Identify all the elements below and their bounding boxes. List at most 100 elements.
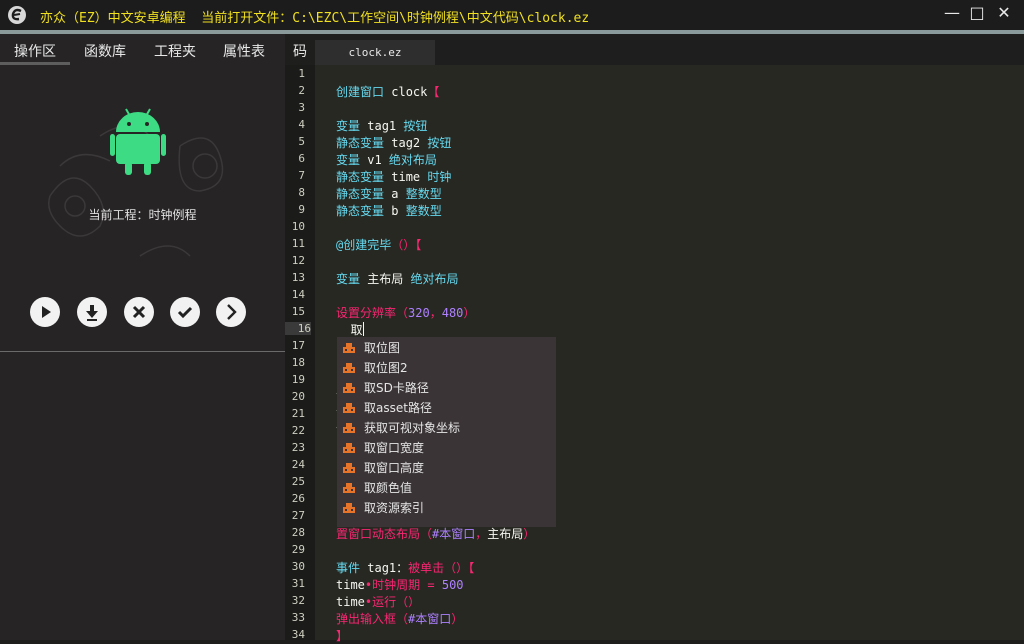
function-icon — [343, 363, 355, 373]
active-tab-indicator — [0, 62, 70, 65]
file-tab-clock[interactable]: clock.ez — [315, 40, 435, 65]
function-icon — [343, 423, 355, 433]
code-line-13: 变量 主布局 绝对布局 — [336, 272, 459, 286]
line-number: 7 — [298, 169, 305, 182]
line-number: 20 — [291, 390, 305, 403]
autocomplete-item[interactable]: 取窗口宽度 — [337, 437, 556, 457]
maximize-icon: □ — [969, 3, 985, 22]
autocomplete-item[interactable]: 取SD卡路径 — [337, 377, 556, 397]
text-cursor — [363, 322, 364, 336]
editor-tab-bar: clock.ez — [315, 40, 1024, 65]
line-number: 27 — [291, 509, 305, 522]
code-line-9: 静态变量 b 整数型 — [336, 204, 442, 218]
line-number: 16 — [285, 322, 311, 335]
line-number: 26 — [291, 492, 305, 505]
autocomplete-label: 取窗口高度 — [364, 461, 425, 475]
line-number: 25 — [291, 475, 305, 488]
line-number: 31 — [291, 577, 305, 590]
line-number: 34 — [291, 628, 305, 641]
function-icon — [343, 443, 355, 453]
line-number: 12 — [291, 254, 305, 267]
autocomplete-item[interactable]: 取asset路径 — [337, 397, 556, 417]
line-number: 10 — [291, 220, 305, 233]
maximize-button[interactable]: □ — [965, 2, 989, 26]
function-icon — [343, 483, 355, 493]
confirm-button[interactable] — [170, 297, 200, 327]
line-number: 21 — [291, 407, 305, 420]
code-line-5: 静态变量 tag2 按钮 — [336, 136, 452, 150]
autocomplete-label: 取位图2 — [364, 361, 408, 375]
line-number: 14 — [291, 288, 305, 301]
autocomplete-label: 取位图 — [364, 341, 401, 355]
code-line-31: time•时钟周期 = 500 — [336, 578, 464, 592]
autocomplete-popup: 取位图 取位图2 取SD卡路径 取asset路径 获取可视对象坐标 取窗口宽度 … — [337, 337, 556, 527]
close-icon: ✕ — [997, 3, 1011, 22]
tab-project-folder[interactable]: 工程夹 — [154, 41, 196, 61]
run-button[interactable] — [30, 297, 60, 327]
function-icon — [343, 503, 355, 513]
window-title: 亦众（EZ）中文安卓编程 当前打开文件：C:\EZC\工作空间\时钟例程\中文代… — [40, 11, 590, 26]
line-number: 30 — [291, 560, 305, 573]
line-number: 24 — [291, 458, 305, 471]
line-number: 19 — [291, 373, 305, 386]
project-label: 当前工程：时钟例程 — [88, 208, 197, 222]
code-line-16: 取 — [336, 323, 363, 337]
tab-property-table[interactable]: 属性表 — [223, 41, 265, 61]
android-icon — [110, 108, 166, 175]
line-number: 22 — [291, 424, 305, 437]
play-icon — [42, 306, 51, 318]
line-number: 2 — [298, 84, 305, 97]
autocomplete-item[interactable]: 取位图 — [337, 337, 556, 357]
autocomplete-label: 取SD卡路径 — [364, 381, 429, 395]
line-number: 13 — [291, 271, 305, 284]
code-line-28: 置窗口动态布局（#本窗口，主布局） — [336, 527, 536, 541]
line-number: 9 — [298, 203, 305, 216]
line-number: 28 — [291, 526, 305, 539]
minimize-button[interactable]: — — [940, 2, 964, 26]
code-line-6: 变量 v1 绝对布局 — [336, 153, 437, 167]
code-line-11: @创建完毕（）【 — [336, 238, 422, 252]
code-line-2: 创建窗口 clock【 — [336, 85, 440, 99]
autocomplete-label: 取asset路径 — [364, 401, 432, 415]
line-number: 29 — [291, 543, 305, 556]
line-number: 8 — [298, 186, 305, 199]
line-number: 15 — [291, 305, 305, 318]
minimize-icon: — — [944, 3, 960, 22]
line-number: 5 — [298, 135, 305, 148]
line-number: 32 — [291, 594, 305, 607]
code-panel-label: 码 — [293, 44, 307, 60]
line-number: 11 — [291, 237, 305, 250]
download-icon — [86, 305, 98, 321]
function-icon — [343, 403, 355, 413]
code-line-34: 】 — [336, 629, 349, 643]
autocomplete-label: 取颜色值 — [364, 481, 413, 495]
checkmark-icon — [177, 306, 193, 319]
autocomplete-item[interactable]: 取颜色值 — [337, 477, 556, 497]
code-line-8: 静态变量 a 整数型 — [336, 187, 442, 201]
line-number: 23 — [291, 441, 305, 454]
code-line-30: 事件 tag1：被单击（）【 — [336, 561, 475, 575]
close-window-button[interactable]: ✕ — [992, 2, 1016, 26]
autocomplete-item[interactable]: 取资源索引 — [337, 497, 556, 517]
title-bar: 亦众（EZ）中文安卓编程 当前打开文件：C:\EZC\工作空间\时钟例程\中文代… — [0, 0, 1024, 30]
download-button[interactable] — [77, 297, 107, 327]
autocomplete-item[interactable]: 取位图2 — [337, 357, 556, 377]
line-number: 4 — [298, 118, 305, 131]
autocomplete-item[interactable]: 获取可视对象坐标 — [337, 417, 556, 437]
autocomplete-label: 取窗口宽度 — [364, 441, 425, 455]
stop-button[interactable] — [124, 297, 154, 327]
tab-operation-area[interactable]: 操作区 — [14, 41, 56, 61]
autocomplete-item[interactable]: 取窗口高度 — [337, 457, 556, 477]
next-button[interactable] — [216, 297, 246, 327]
line-number: 33 — [291, 611, 305, 624]
line-number: 6 — [298, 152, 305, 165]
left-panel: 操作区 函数库 工程夹 属性表 当前工程：时钟例程 — [0, 34, 285, 640]
app-logo-icon — [8, 6, 26, 24]
code-line-4: 变量 tag1 按钮 — [336, 119, 428, 133]
tab-function-library[interactable]: 函数库 — [84, 41, 126, 61]
close-x-icon — [132, 305, 146, 319]
autocomplete-label: 取资源索引 — [364, 501, 425, 515]
code-line-33: 弹出输入框（#本窗口） — [336, 612, 464, 626]
function-icon — [343, 463, 355, 473]
function-icon — [343, 383, 355, 393]
